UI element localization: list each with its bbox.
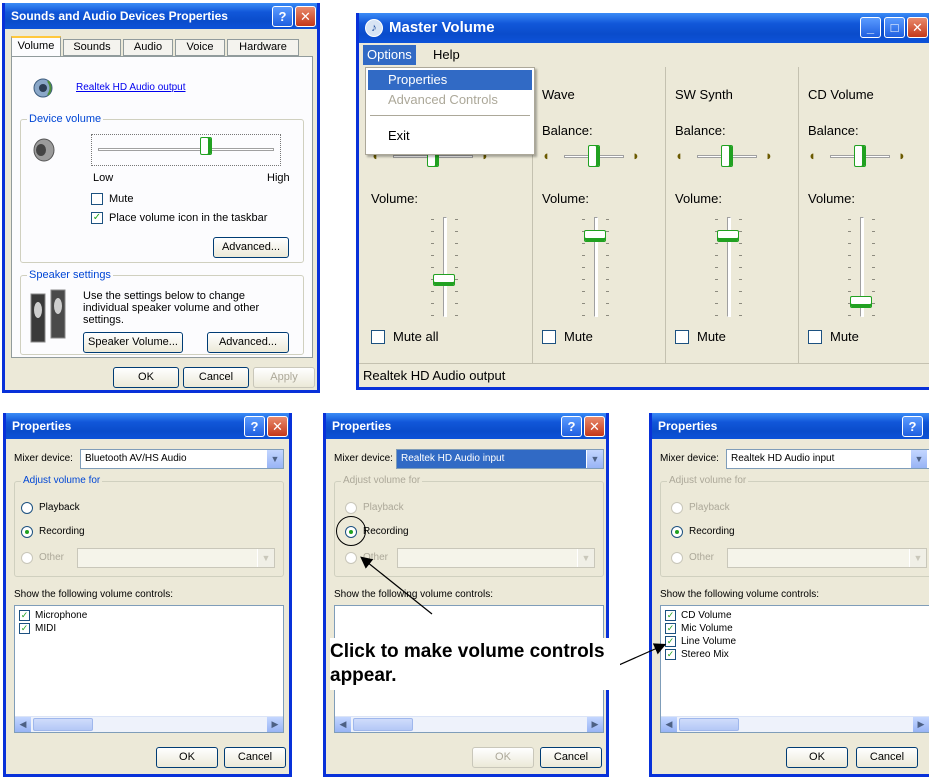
annotation-text: Click to make volume controls appear. [330, 638, 620, 690]
arrow-to-recording [360, 556, 433, 615]
